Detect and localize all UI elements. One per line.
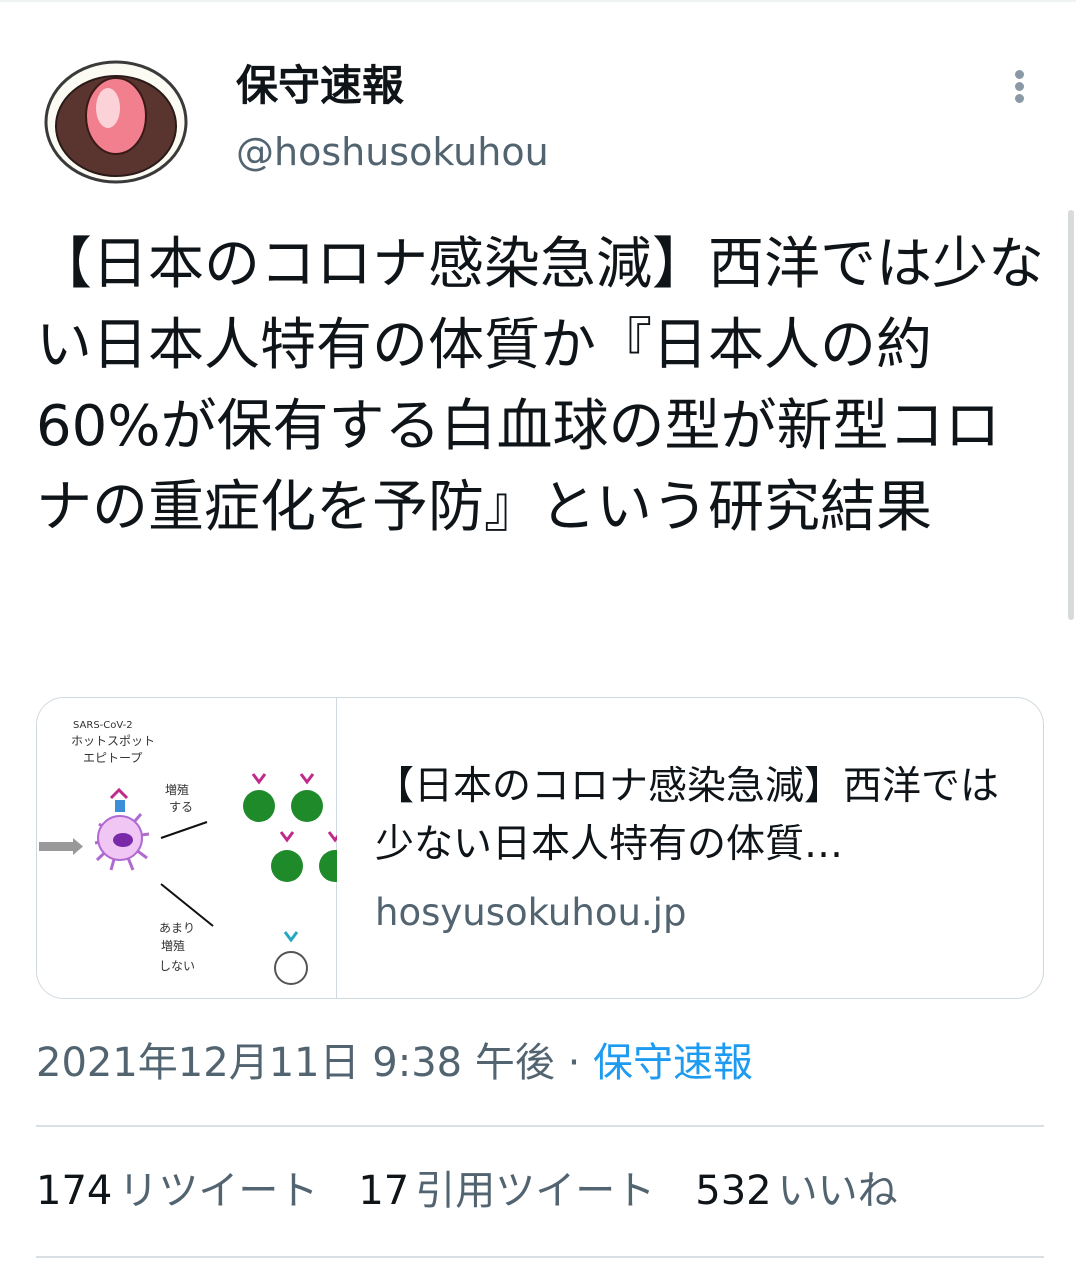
svg-text:エピトープ: エピトープ	[83, 751, 142, 765]
meta-separator: ·	[554, 1040, 594, 1086]
more-dot-icon	[1015, 70, 1024, 79]
scrollbar-thumb[interactable]	[1068, 210, 1074, 620]
quotes-stat[interactable]: 17 引用ツイート	[358, 1164, 655, 1218]
tweet-timestamp[interactable]: 2021年12月11日 9:38 午後	[36, 1040, 555, 1086]
engagement-stats: 174 リツイート 17 引用ツイート 532 いいね	[36, 1164, 938, 1218]
likes-stat[interactable]: 532 いいね	[695, 1164, 897, 1218]
divider	[36, 1256, 1044, 1258]
more-dot-icon	[1015, 94, 1024, 103]
more-options-button[interactable]	[1000, 64, 1040, 108]
retweets-count: 174	[36, 1168, 113, 1214]
top-divider	[0, 0, 1076, 2]
more-dot-icon	[1015, 82, 1024, 91]
author-handle[interactable]: @hoshusokuhou	[236, 126, 549, 178]
svg-text:増殖: 増殖	[161, 938, 185, 953]
retweets-stat[interactable]: 174 リツイート	[36, 1164, 318, 1218]
tweet-source-link[interactable]: 保守速報	[593, 1040, 753, 1086]
hla-diagram-image: SARS-CoV-2 ホットスポット エピトープ 増殖 する あまり 増殖 しな…	[39, 720, 351, 985]
tweet-text: 【日本のコロナ感染急減】西洋では少ない日本人特有の体質か『日本人の約60%が保有…	[36, 232, 1044, 540]
svg-text:しない: しない	[159, 959, 195, 973]
retweets-label: リツイート	[118, 1168, 319, 1214]
card-thumbnail: SARS-CoV-2 ホットスポット エピトープ 増殖 する あまり 増殖 しな…	[37, 698, 351, 998]
divider	[36, 1125, 1044, 1127]
likes-count: 532	[695, 1168, 772, 1214]
quotes-count: 17	[358, 1168, 410, 1214]
quotes-label: 引用ツイート	[415, 1168, 656, 1214]
avatar[interactable]	[44, 52, 188, 184]
card-domain: hosyusokuhou.jp	[375, 891, 687, 934]
tweet-meta: 2021年12月11日 9:38 午後 · 保守速報	[36, 1036, 753, 1090]
svg-text:SARS-CoV-2: SARS-CoV-2	[73, 720, 133, 731]
likes-label: いいね	[777, 1168, 898, 1214]
svg-text:あまり: あまり	[159, 921, 195, 935]
author-display-name[interactable]: 保守速報	[236, 58, 404, 114]
link-preview-card[interactable]: SARS-CoV-2 ホットスポット エピトープ 増殖 する あまり 増殖 しな…	[36, 697, 1044, 999]
svg-text:ホットスポット: ホットスポット	[71, 734, 155, 748]
svg-text:増殖: 増殖	[165, 782, 189, 797]
svg-text:する: する	[169, 800, 193, 814]
card-title: 【日本のコロナ感染急減】西洋では少ない日本人特有の体質…	[375, 764, 1000, 867]
